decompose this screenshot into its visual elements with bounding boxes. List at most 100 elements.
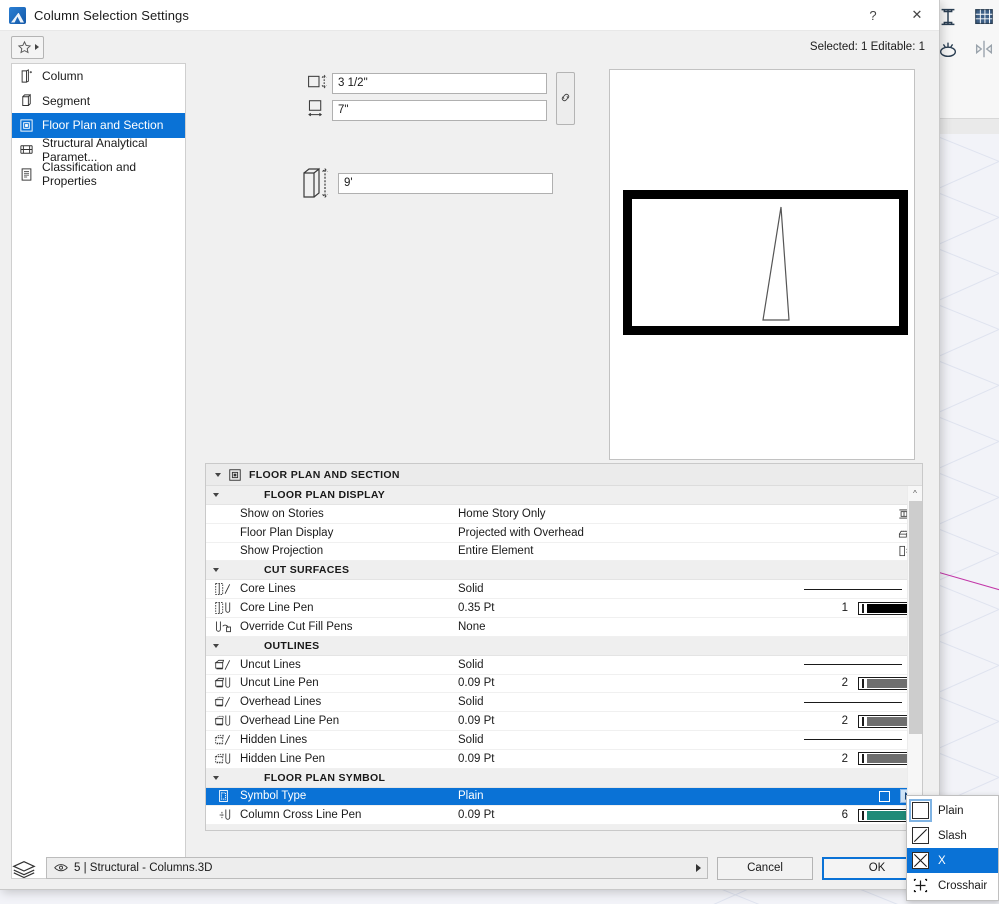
table-row[interactable]: Core Line Pen 0.35 Pt 1 xyxy=(206,599,922,618)
dropdown-option-plain[interactable]: Plain xyxy=(907,798,998,823)
help-button[interactable]: ? xyxy=(851,0,895,31)
collapse-caret-icon[interactable] xyxy=(213,568,219,573)
scrollbar-thumb[interactable] xyxy=(909,501,922,734)
row-value[interactable]: 0.09 Pt xyxy=(458,809,758,821)
group-label: COVER FILLS xyxy=(264,828,337,830)
dialog-bottom-bar: 5 | Structural - Columns.3D Cancel OK xyxy=(0,847,940,889)
table-row[interactable]: Overhead Line Pen 0.09 Pt 2 xyxy=(206,712,922,731)
table-row[interactable]: Floor Plan Display Projected with Overhe… xyxy=(206,524,922,543)
group-label: OUTLINES xyxy=(264,639,320,652)
dropdown-option-crosshair[interactable]: Crosshair xyxy=(907,873,998,898)
settings-sidebar: Column Segment Floor Plan and Section St… xyxy=(11,63,186,879)
table-row[interactable]: Core Lines Solid xyxy=(206,580,922,600)
sidebar-item-floor-plan-and-section[interactable]: Floor Plan and Section xyxy=(12,113,185,138)
cancel-button[interactable]: Cancel xyxy=(717,856,813,880)
core-thickness-row xyxy=(306,72,547,94)
link-dimensions-button[interactable] xyxy=(556,72,575,125)
table-row[interactable]: Uncut Lines Solid xyxy=(206,656,922,675)
table-row-symbol-type[interactable]: Symbol Type Plain xyxy=(206,787,922,807)
row-label: Symbol Type xyxy=(240,790,307,803)
settings-table-title: FLOOR PLAN AND SECTION xyxy=(249,468,400,481)
row-value[interactable]: Solid xyxy=(458,583,758,595)
pen-number: 1 xyxy=(841,602,848,615)
pen-number: 2 xyxy=(841,715,848,728)
row-value[interactable]: Entire Element xyxy=(458,545,758,557)
row-value[interactable]: Solid xyxy=(458,659,758,671)
rotate-3d-icon[interactable] xyxy=(937,38,959,60)
column-preview xyxy=(609,69,915,460)
mirror-icon[interactable] xyxy=(973,38,995,60)
table-row[interactable]: Show on Stories Home Story Only xyxy=(206,505,922,524)
symbol-type-dropdown[interactable]: Plain Slash X Crosshair xyxy=(906,795,999,901)
row-value[interactable]: Home Story Only xyxy=(458,508,758,520)
chevron-right-icon xyxy=(35,44,39,50)
symbol-type-icon xyxy=(206,789,240,803)
chevron-right-icon[interactable] xyxy=(696,864,701,872)
group-row-cover-fills[interactable]: COVER FILLS xyxy=(206,825,922,830)
row-value[interactable]: Projected with Overhead xyxy=(458,527,758,539)
settings-table-header[interactable]: FLOOR PLAN AND SECTION xyxy=(206,464,922,486)
row-label: Override Cut Fill Pens xyxy=(240,620,353,633)
sidebar-item-column[interactable]: Column xyxy=(12,64,185,89)
row-label: Floor Plan Display xyxy=(240,526,334,539)
table-row[interactable]: Hidden Lines Solid xyxy=(206,731,922,750)
row-value[interactable]: 0.35 Pt xyxy=(458,602,758,614)
table-row[interactable]: Uncut Line Pen 0.09 Pt 2 xyxy=(206,675,922,694)
row-label: Uncut Line Pen xyxy=(240,677,319,690)
table-row[interactable]: Hidden Line Pen 0.09 Pt 2 xyxy=(206,750,922,769)
dropdown-option-x[interactable]: X xyxy=(907,848,998,873)
group-row-floor-plan-symbol[interactable]: FLOOR PLAN SYMBOL xyxy=(206,768,922,788)
layer-selector[interactable]: 5 | Structural - Columns.3D xyxy=(46,857,708,879)
favorites-button[interactable] xyxy=(11,35,44,59)
collapse-caret-icon[interactable] xyxy=(213,643,219,648)
dialog-title: Column Selection Settings xyxy=(34,7,189,23)
beam-profile-icon[interactable] xyxy=(937,6,959,28)
row-value[interactable]: None xyxy=(458,621,758,633)
sidebar-item-segment[interactable]: Segment xyxy=(12,89,185,114)
overhead-line-pen-icon xyxy=(206,714,240,728)
row-value[interactable]: 0.09 Pt xyxy=(458,715,758,727)
table-row[interactable]: Column Cross Line Pen 0.09 Pt 6 xyxy=(206,806,922,826)
group-row-outlines[interactable]: OUTLINES xyxy=(206,636,922,656)
line-type-sample xyxy=(804,739,902,741)
group-label: FLOOR PLAN DISPLAY xyxy=(264,489,386,501)
column-height-icon xyxy=(300,165,334,201)
pen-color-swatch[interactable] xyxy=(858,752,914,766)
collapse-caret-icon[interactable] xyxy=(213,493,219,497)
sidebar-item-classification-and-properties[interactable]: Classification and Properties xyxy=(12,160,185,188)
close-button[interactable]: ✕ xyxy=(895,0,939,31)
collapse-caret-icon[interactable] xyxy=(215,472,221,477)
row-value[interactable]: Solid xyxy=(458,696,758,708)
dropdown-option-slash[interactable]: Slash xyxy=(907,823,998,848)
row-value[interactable]: Plain xyxy=(458,790,758,802)
sidebar-item-structural-analytical-parameters[interactable]: Structural Analytical Paramet... xyxy=(12,136,185,164)
pen-color-swatch[interactable] xyxy=(858,601,914,615)
row-label: Show Projection xyxy=(240,545,324,558)
hidden-line-type-icon xyxy=(206,733,240,747)
row-label: Core Lines xyxy=(240,583,296,596)
core-thickness-icon xyxy=(306,72,332,94)
core-thickness-input[interactable] xyxy=(332,72,547,94)
row-label: Core Line Pen xyxy=(240,602,314,615)
group-row-floor-plan-display[interactable]: FLOOR PLAN DISPLAY xyxy=(206,486,922,505)
line-type-sample xyxy=(804,588,902,590)
table-row[interactable]: Show Projection Entire Element xyxy=(206,543,922,562)
settings-table-scrollbar[interactable]: ^ xyxy=(907,486,922,830)
collapse-caret-icon[interactable] xyxy=(213,775,219,780)
layers-icon[interactable] xyxy=(11,858,37,879)
pen-color-swatch[interactable] xyxy=(858,714,914,728)
table-row[interactable]: Override Cut Fill Pens None xyxy=(206,618,922,637)
symbol-x-icon xyxy=(912,852,929,869)
scroll-up-arrow-icon[interactable]: ^ xyxy=(908,486,922,501)
table-row[interactable]: Overhead Lines Solid xyxy=(206,693,922,713)
group-row-cut-surfaces[interactable]: CUT SURFACES xyxy=(206,561,922,581)
row-value[interactable]: Solid xyxy=(458,734,758,746)
row-label: Overhead Lines xyxy=(240,696,322,709)
pen-color-swatch[interactable] xyxy=(858,676,914,690)
height-input[interactable] xyxy=(338,172,553,194)
grid-icon[interactable] xyxy=(973,6,995,28)
row-value[interactable]: 0.09 Pt xyxy=(458,753,758,765)
veneer-width-row xyxy=(306,99,547,121)
row-value[interactable]: 0.09 Pt xyxy=(458,677,758,689)
veneer-width-input[interactable] xyxy=(332,99,547,121)
